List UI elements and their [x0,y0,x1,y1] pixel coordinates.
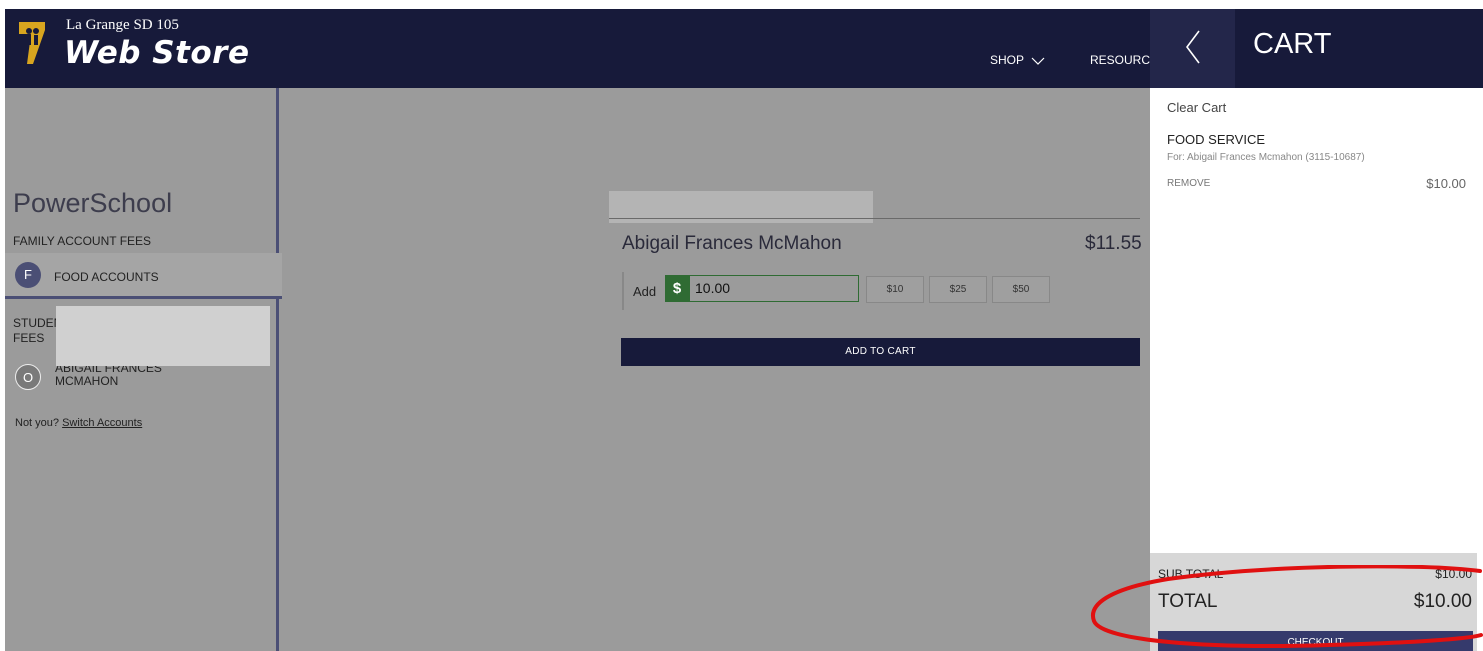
add-label: Add [633,284,657,299]
amount-input[interactable]: 10.00 [689,275,859,302]
cart-item-price: $10.00 [1426,176,1466,191]
total-value: $10.00 [1413,591,1472,612]
nav-shop-label: SHOP [990,53,1024,67]
quick-amount-50-button[interactable]: $50 [992,276,1050,303]
school-logo-icon[interactable] [17,20,47,66]
site-header: La Grange SD 105 Web Store SHOP RESOURCE… [5,9,1155,88]
brand-district-name: La Grange SD 105 [66,17,179,33]
not-you-label: Not you? [15,417,60,429]
nav-resources[interactable]: RESOURCES [1090,53,1155,67]
account-sidebar: PowerSchool FAMILY ACCOUNT FEES F FOOD A… [5,88,282,651]
checkout-button[interactable]: CHECKOUT [1158,631,1473,651]
page-content-dimmed[interactable]: PowerSchool FAMILY ACCOUNT FEES F FOOD A… [5,88,1150,651]
redaction-box [56,306,270,366]
quick-amount-10-button[interactable]: $10 [866,276,924,303]
cart-panel: CART Clear Cart FOOD SERVICE For: Abigai… [1150,9,1483,651]
chevron-left-icon [1186,30,1200,64]
brand-store-name[interactable]: Web Store [64,35,249,71]
cart-title: CART [1253,28,1332,60]
family-fees-label: FAMILY ACCOUNT FEES [13,234,152,248]
quick-amount-25-button[interactable]: $25 [929,276,987,303]
cart-item-remove-link[interactable]: REMOVE [1167,178,1210,189]
cart-header: CART [1150,9,1483,88]
subtotal-value: $10.00 [1435,567,1472,581]
cart-back-button[interactable] [1150,9,1235,88]
not-you-text: Not you? Switch Accounts [15,417,142,429]
cart-summary: SUB TOTAL $10.00 TOTAL $10.00 CHECKOUT [1150,553,1477,651]
sidebar-item-label: FOOD ACCOUNTS [54,270,159,284]
total-label: TOTAL [1158,591,1218,612]
student-initial-avatar: O [15,364,41,390]
powerschool-title: PowerSchool [13,188,173,218]
cart-item-title: FOOD SERVICE [1167,132,1266,147]
add-funds-row: Add $ 10.00 $10 $25 $50 [622,272,1062,310]
clear-cart-link[interactable]: Clear Cart [1167,100,1226,115]
nav-shop[interactable]: SHOP [990,53,1045,67]
add-to-cart-button[interactable]: ADD TO CART [621,338,1140,366]
cart-item-for: For: Abigail Frances Mcmahon (3115-10687… [1167,152,1365,163]
dollar-icon: $ [665,275,689,302]
student-name-heading: Abigail Frances McMahon [622,233,842,254]
account-balance: $11.55 [1085,233,1142,254]
subtotal-label: SUB TOTAL [1158,567,1224,581]
switch-accounts-link[interactable]: Switch Accounts [62,417,142,429]
chevron-down-icon [1031,57,1045,65]
sidebar-item-food-accounts[interactable]: F FOOD ACCOUNTS [5,253,282,299]
food-initial-avatar: F [15,262,41,288]
divider [609,218,1140,219]
